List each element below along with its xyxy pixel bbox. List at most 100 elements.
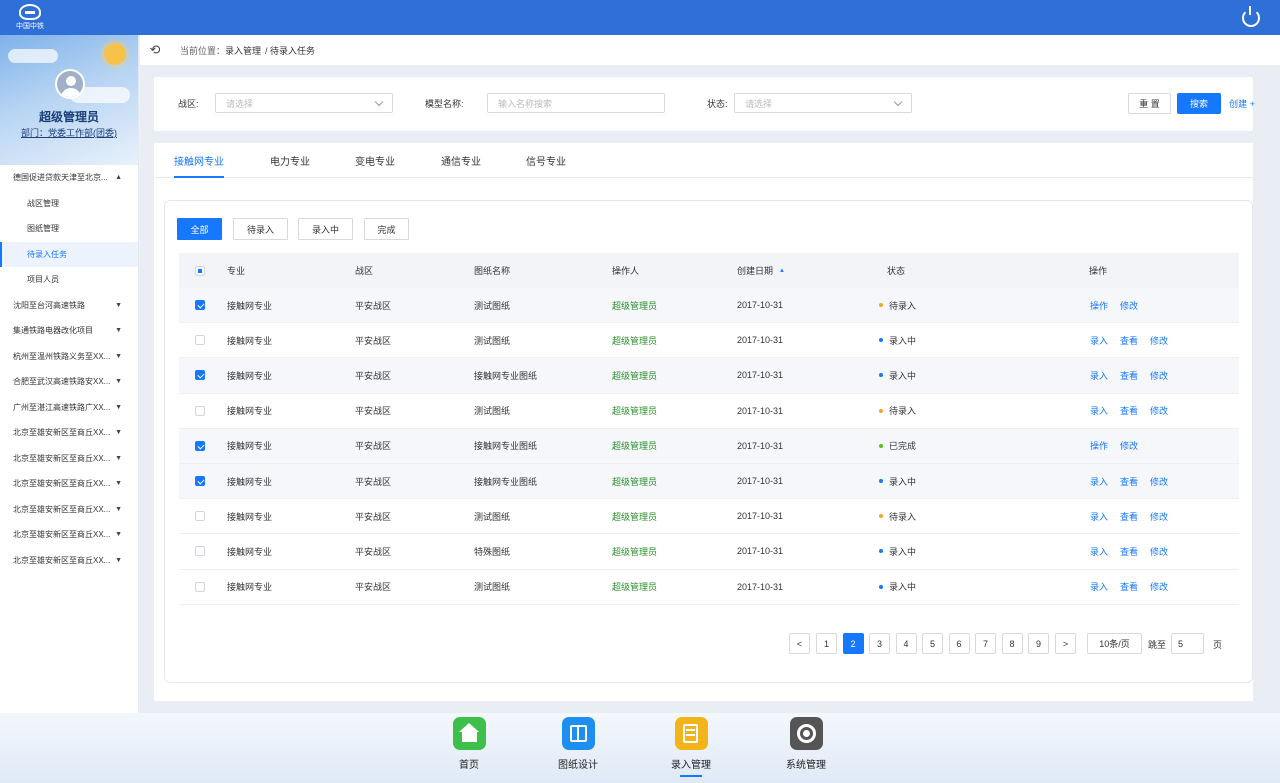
avatar[interactable] (55, 69, 85, 99)
tab-4[interactable]: 信号专业 (526, 153, 566, 178)
row-action-link[interactable]: 修改 (1150, 334, 1168, 347)
filter-segment-2[interactable]: 录入中 (298, 218, 353, 240)
row-action-link[interactable]: 修改 (1150, 510, 1168, 523)
tab-3[interactable]: 通信专业 (441, 153, 481, 178)
page-size-select[interactable]: 10条/页 (1087, 633, 1142, 654)
sidebar-item[interactable]: 北京至雄安新区至商丘XX... ▼ (0, 420, 138, 446)
back-icon[interactable]: ⟲ (140, 42, 170, 58)
power-icon[interactable] (1242, 5, 1260, 27)
dock-item-2[interactable]: 录入管理 (661, 717, 721, 777)
sidebar-item[interactable]: 北京至雄安新区至商丘XX... ▼ (0, 522, 138, 548)
row-action-link[interactable]: 录入 (1090, 475, 1108, 488)
page-button[interactable]: 9 (1028, 633, 1049, 654)
sidebar-item[interactable]: 北京至雄安新区至商丘XX... ▼ (0, 471, 138, 497)
prev-page-button[interactable]: < (789, 633, 810, 654)
table-row[interactable]: 接触网专业 平安战区 测试图纸 超级管理员 2017-10-31 待录入 操作 修改 (179, 288, 1239, 324)
row-checkbox[interactable] (195, 581, 205, 592)
page-button[interactable]: 3 (869, 633, 890, 654)
user-department[interactable]: 部门：党委工作部(团委) (0, 126, 138, 139)
row-action-link[interactable]: 修改 (1150, 369, 1168, 382)
row-checkbox[interactable] (195, 335, 205, 346)
reset-button[interactable]: 重 置 (1128, 93, 1171, 114)
row-action-link[interactable]: 修改 (1150, 404, 1168, 417)
page-button[interactable]: 5 (922, 633, 943, 654)
sidebar-item[interactable]: 北京至雄安新区至商丘XX... ▼ (0, 548, 138, 574)
chevron-up-icon[interactable]: ▲ (115, 174, 122, 181)
select-all-checkbox[interactable] (195, 265, 205, 276)
chevron-down-icon[interactable]: ▼ (115, 531, 122, 538)
tab-0[interactable]: 接触网专业 (174, 153, 224, 178)
row-action-link[interactable]: 录入 (1090, 369, 1108, 382)
filter-segment-1[interactable]: 待录入 (233, 218, 288, 240)
sidebar-item[interactable]: 项目人员 (0, 267, 138, 293)
row-checkbox[interactable] (195, 440, 205, 451)
chevron-down-icon[interactable]: ▼ (115, 327, 122, 334)
sidebar-item[interactable]: 广州至湛江高速铁路广XX... ▼ (0, 395, 138, 421)
status-select[interactable]: 请选择 (734, 93, 912, 113)
row-action-link[interactable]: 修改 (1150, 580, 1168, 593)
sort-icon[interactable]: ▲ (779, 268, 785, 274)
table-row[interactable]: 接触网专业 平安战区 测试图纸 超级管理员 2017-10-31 待录入 录入 查看 修改 (179, 394, 1239, 429)
page-button[interactable]: 6 (948, 633, 970, 654)
row-action-link[interactable]: 录入 (1090, 404, 1108, 417)
page-button[interactable]: 1 (816, 633, 837, 654)
row-action-link[interactable]: 操作 (1090, 299, 1108, 312)
chevron-down-icon[interactable]: ▼ (115, 455, 122, 462)
next-page-button[interactable]: > (1055, 633, 1076, 654)
chevron-down-icon[interactable]: ▼ (115, 302, 122, 309)
table-row[interactable]: 接触网专业 平安战区 特殊图纸 超级管理员 2017-10-31 录入中 录入 查看 修改 (179, 534, 1239, 570)
sidebar-item[interactable]: 北京至雄安新区至商丘XX... ▼ (0, 497, 138, 523)
row-checkbox[interactable] (195, 546, 205, 557)
sidebar-item[interactable]: 德国促进贷款天津至北京... ▲ (0, 165, 138, 191)
tab-2[interactable]: 变电专业 (355, 153, 395, 178)
chevron-down-icon[interactable]: ▼ (115, 557, 122, 564)
filter-segment-0[interactable]: 全部 (177, 218, 222, 240)
table-row[interactable]: 接触网专业 平安战区 接触网专业图纸 超级管理员 2017-10-31 录入中 录入 查看 修改 (179, 463, 1239, 500)
sidebar-item[interactable]: 合肥至武汉高速铁路安XX... ▼ (0, 369, 138, 395)
chevron-down-icon[interactable]: ▼ (115, 506, 122, 513)
breadcrumb-item[interactable]: 录入管理 (225, 44, 261, 57)
row-checkbox[interactable] (195, 476, 205, 487)
row-action-link[interactable]: 录入 (1090, 580, 1108, 593)
search-button[interactable]: 搜索 (1177, 93, 1221, 114)
row-action-link[interactable]: 查看 (1120, 369, 1138, 382)
chevron-down-icon[interactable]: ▼ (115, 480, 122, 487)
chevron-down-icon[interactable]: ▼ (115, 404, 122, 411)
table-row[interactable]: 接触网专业 平安战区 测试图纸 超级管理员 2017-10-31 录入中 录入 查看 修改 (179, 323, 1239, 359)
sidebar-item[interactable]: 战区管理 (0, 191, 138, 217)
sidebar-item[interactable]: 沈阳至台河高速铁路 ▼ (0, 293, 138, 319)
table-row[interactable]: 接触网专业 平安战区 接触网专业图纸 超级管理员 2017-10-31 已完成 操作 修改 (179, 428, 1239, 464)
sidebar-item[interactable]: 集通铁路电器改化项目 ▼ (0, 318, 138, 344)
sidebar-item[interactable]: 待录入任务 (0, 241, 138, 267)
jump-input[interactable]: 5 (1171, 633, 1204, 654)
model-search-input[interactable]: 输入名称搜索 (487, 93, 665, 113)
row-action-link[interactable]: 操作 (1090, 439, 1108, 452)
dock-item-3[interactable]: 系统管理 (776, 717, 836, 771)
row-action-link[interactable]: 查看 (1120, 580, 1138, 593)
page-button[interactable]: 2 (842, 633, 864, 654)
tab-1[interactable]: 电力专业 (270, 153, 310, 178)
table-row[interactable]: 接触网专业 平安战区 测试图纸 超级管理员 2017-10-31 待录入 录入 查看 修改 (179, 499, 1239, 535)
dock-item-0[interactable]: 首页 (439, 717, 499, 771)
page-button[interactable]: 4 (895, 633, 917, 654)
page-button[interactable]: 8 (1001, 633, 1023, 654)
chevron-down-icon[interactable]: ▼ (115, 378, 122, 385)
sidebar-item[interactable]: 图纸管理 (0, 216, 138, 242)
row-action-link[interactable]: 录入 (1090, 334, 1108, 347)
create-button[interactable]: 创建 + (1225, 93, 1259, 114)
dock-item-1[interactable]: 图纸设计 (548, 717, 608, 771)
row-checkbox[interactable] (195, 370, 205, 381)
sidebar-item[interactable]: 杭州至温州铁路义务至XX... ▼ (0, 344, 138, 370)
row-action-link[interactable]: 修改 (1120, 299, 1138, 312)
row-action-link[interactable]: 查看 (1120, 545, 1138, 558)
row-checkbox[interactable] (195, 300, 205, 311)
filter-segment-3[interactable]: 完成 (364, 218, 409, 240)
row-action-link[interactable]: 录入 (1090, 545, 1108, 558)
zone-select[interactable]: 请选择 (215, 93, 393, 113)
chevron-down-icon[interactable]: ▼ (115, 429, 122, 436)
row-checkbox[interactable] (195, 511, 205, 522)
row-action-link[interactable]: 修改 (1150, 545, 1168, 558)
row-action-link[interactable]: 修改 (1150, 475, 1168, 488)
row-checkbox[interactable] (195, 405, 205, 416)
row-action-link[interactable]: 查看 (1120, 510, 1138, 523)
